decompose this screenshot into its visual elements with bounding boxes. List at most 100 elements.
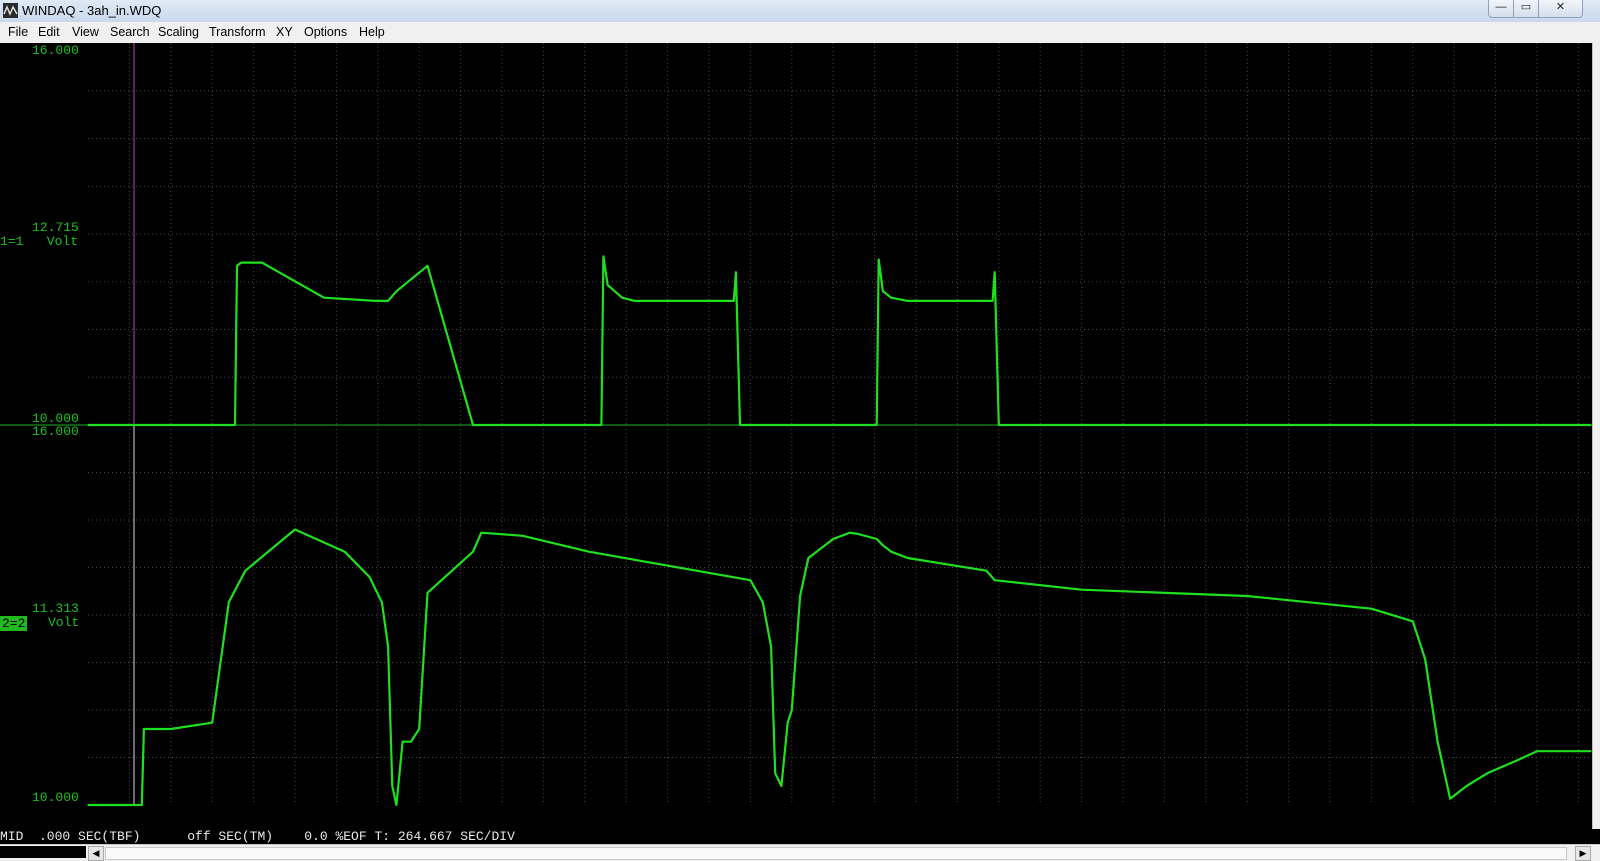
trace-point: [1449, 797, 1451, 800]
ch1-mid-value: 12.715: [32, 220, 79, 235]
trace-point: [646, 300, 648, 302]
trace-point: [877, 258, 880, 261]
close-button[interactable]: ✕: [1538, 0, 1583, 18]
trace-point: [882, 544, 884, 547]
minimize-button[interactable]: —: [1488, 0, 1514, 18]
trace-point: [600, 424, 603, 426]
trace-point: [633, 300, 636, 302]
trace-point: [592, 424, 594, 426]
maximize-button[interactable]: ▭: [1513, 0, 1539, 18]
trace-point: [230, 424, 232, 426]
scroll-thumb[interactable]: [105, 847, 1567, 860]
trace-point: [662, 300, 665, 302]
trace-point: [261, 261, 263, 264]
horizontal-scrollbar[interactable]: ◀ ▶: [0, 844, 1600, 861]
trace-point: [799, 595, 801, 597]
trace-point: [495, 424, 497, 426]
trace-point: [294, 528, 296, 531]
trace-point: [418, 728, 421, 730]
menu-help[interactable]: Help: [359, 25, 385, 39]
trace-point: [505, 424, 507, 426]
trace-point: [234, 424, 236, 426]
trace-point: [791, 709, 793, 711]
trace-point: [426, 265, 429, 267]
trace-point: [639, 300, 642, 302]
trace-point: [513, 424, 516, 426]
trace-point: [228, 601, 230, 604]
trace-point: [1465, 785, 1468, 787]
trace-point: [228, 424, 230, 426]
scroll-right-arrow-icon[interactable]: ▶: [1575, 846, 1591, 861]
trace-point: [739, 424, 741, 426]
trace-point: [143, 728, 145, 730]
trace-point: [757, 424, 760, 426]
trace-point: [1370, 607, 1373, 610]
trace-point: [120, 804, 122, 806]
ch1-top-scale: 16.000: [32, 43, 79, 58]
trace-point: [906, 300, 909, 302]
trace-point: [588, 424, 590, 426]
trace-point: [323, 296, 325, 299]
trace-point: [832, 538, 834, 540]
trace-point: [526, 424, 528, 426]
trace-point: [770, 645, 772, 648]
trace-point: [559, 424, 561, 426]
trace-point: [857, 533, 859, 535]
scroll-left-arrow-icon[interactable]: ◀: [88, 846, 104, 861]
menu-transform[interactable]: Transform: [209, 25, 266, 39]
trace-point: [387, 300, 389, 302]
trace-point: [588, 550, 590, 553]
ch2-mid-value: 11.313: [32, 601, 79, 616]
trace-point: [602, 255, 605, 258]
trace-point: [985, 569, 988, 572]
trace-point: [735, 271, 737, 273]
waveform-display[interactable]: 16.000 12.715 1=1 Volt 10.000 16.000 11.…: [0, 43, 1592, 829]
trace-point: [170, 424, 172, 426]
trace-point: [685, 300, 687, 302]
trace-point: [1246, 595, 1248, 597]
trace-point: [985, 300, 988, 302]
trace-point: [395, 290, 398, 293]
trace-point: [132, 424, 135, 426]
menu-edit[interactable]: Edit: [38, 25, 60, 39]
ch2-channel-badge[interactable]: 2=2: [0, 616, 28, 631]
menu-search[interactable]: Search: [110, 25, 150, 39]
trace-point: [87, 424, 89, 426]
trace-point: [474, 424, 476, 426]
trace-point: [521, 535, 524, 537]
menu-view[interactable]: View: [72, 25, 99, 39]
trace-point: [993, 579, 996, 581]
waveform-canvas[interactable]: [0, 43, 1592, 829]
right-border: [1592, 43, 1600, 829]
trace-point: [733, 300, 735, 302]
trace-point: [1536, 750, 1538, 752]
ch1-channel-label[interactable]: 1=1 Volt: [0, 234, 78, 249]
trace-point: [762, 601, 764, 604]
menu-bar: File Edit View Search Scaling Transform …: [0, 22, 1600, 44]
trace-point: [1486, 772, 1489, 775]
trace-point: [120, 424, 122, 426]
trace-point: [391, 785, 394, 787]
trace-point: [875, 424, 878, 426]
menu-file[interactable]: File: [8, 25, 28, 39]
scroll-position-indicator: [0, 846, 86, 858]
status-line: MID .000 SEC(TBF) off SEC(TM) 0.0 %EOF T…: [0, 829, 1592, 844]
windaq-app-icon: [3, 3, 18, 18]
trace-point: [244, 569, 247, 572]
menu-scaling[interactable]: Scaling: [158, 25, 199, 39]
trace-1-1: [88, 255, 1591, 427]
trace-point: [374, 300, 377, 302]
trace-point: [240, 261, 242, 264]
trace-point: [426, 592, 429, 594]
trace-point: [395, 804, 398, 806]
trace-point: [882, 290, 884, 293]
trace-point: [211, 721, 213, 724]
ch2-top-scale: 16.000: [32, 424, 79, 439]
trace-point: [993, 271, 996, 273]
menu-xy[interactable]: XY: [276, 25, 293, 39]
trace-point: [998, 424, 1000, 426]
trace-point: [501, 424, 503, 426]
menu-options[interactable]: Options: [304, 25, 347, 39]
trace-point: [890, 550, 892, 553]
trace-point: [236, 265, 238, 267]
